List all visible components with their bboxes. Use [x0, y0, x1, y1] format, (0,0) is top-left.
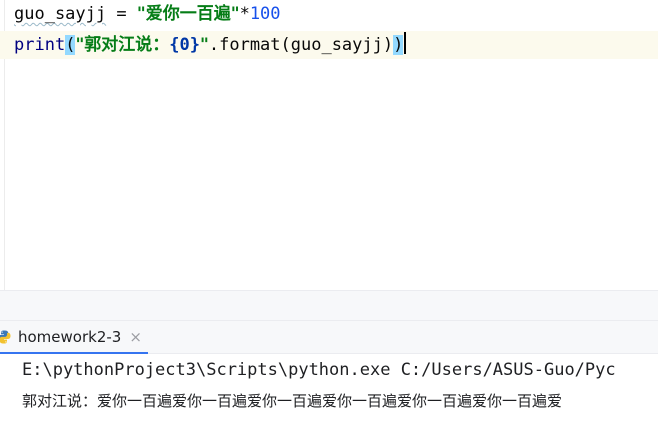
string-literal: "爱你一百遍"	[136, 4, 240, 24]
print-function: print	[14, 35, 66, 55]
close-paren: )	[393, 35, 404, 55]
ide-window: guo_sayjj = "爱你一百遍"*100 print("郭对江说：{0}"…	[0, 0, 658, 424]
code-editor[interactable]: guo_sayjj = "爱你一百遍"*100 print("郭对江说：{0}"…	[0, 0, 658, 290]
python-icon	[0, 330, 11, 343]
number-literal: 100	[249, 4, 281, 24]
variable-name: guo_sayjj	[14, 4, 107, 24]
console-output-line: 郭对江说：爱你一百遍爱你一百遍爱你一百遍爱你一百遍爱你一百遍爱你一百遍爱	[22, 392, 563, 410]
run-tab-label: homework2-3	[18, 327, 122, 346]
format-string-start: "郭对江说：	[75, 35, 170, 55]
open-paren: (	[65, 35, 76, 55]
assign-operator: =	[106, 4, 137, 24]
panel-splitter[interactable]	[0, 290, 658, 320]
code-line-2[interactable]: print("郭对江说：{0}".format(guo_sayjj))	[0, 31, 658, 59]
multiply-operator: *	[239, 4, 250, 24]
format-string-end: "	[200, 35, 209, 55]
text-caret	[404, 32, 407, 54]
console-command-line: E:\pythonProject3\Scripts\python.exe C:/…	[22, 360, 616, 380]
format-method-call: .format(guo_sayjj)	[208, 35, 394, 55]
format-placeholder: {0}	[169, 35, 201, 55]
run-console[interactable]: E:\pythonProject3\Scripts\python.exe C:/…	[0, 354, 658, 424]
close-icon[interactable]: ×	[129, 328, 142, 346]
run-tool-window-header: homework2-3 ×	[0, 320, 658, 354]
code-line-1[interactable]: guo_sayjj = "爱你一百遍"*100	[0, 0, 658, 28]
run-tab-homework[interactable]: homework2-3 ×	[0, 321, 148, 354]
